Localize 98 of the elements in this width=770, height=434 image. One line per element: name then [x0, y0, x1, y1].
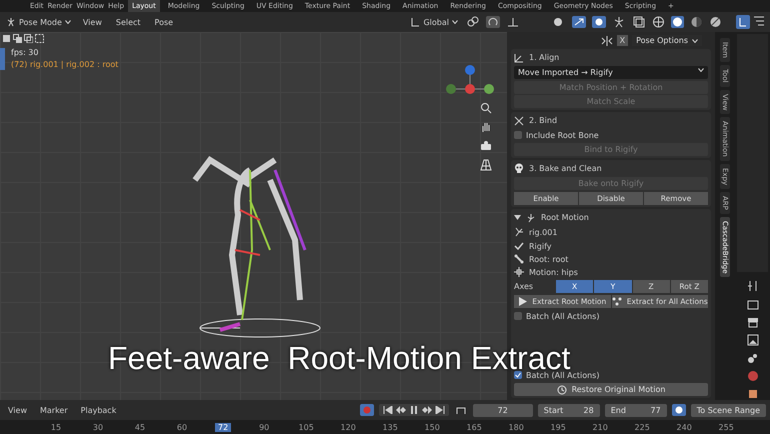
- solid-shading-icon[interactable]: [671, 16, 684, 28]
- jump-end-icon[interactable]: [434, 406, 445, 414]
- orientation-dropdown[interactable]: Global: [408, 17, 460, 27]
- end-frame-field[interactable]: End 77: [604, 404, 667, 416]
- xray-icon[interactable]: [632, 16, 646, 28]
- start-frame-field[interactable]: Start 28: [538, 404, 600, 416]
- header-menu[interactable]: View: [78, 18, 106, 26]
- scene-range-button[interactable]: To Scene Range: [690, 404, 766, 416]
- expand-icon[interactable]: [514, 214, 521, 221]
- current-frame-field[interactable]: 72: [472, 404, 533, 416]
- overlay-toggle-icon[interactable]: [592, 16, 606, 28]
- frame-tick-label: 180: [508, 422, 525, 432]
- object-icon[interactable]: [746, 388, 758, 400]
- armature-icon: [514, 227, 524, 237]
- caret-icon: [452, 20, 458, 24]
- bone-icon[interactable]: [612, 16, 626, 28]
- object-name: rig.001: [529, 228, 558, 236]
- select-new-icon[interactable]: [2, 34, 11, 43]
- select-invert-icon[interactable]: [35, 34, 44, 43]
- section-title: 1. Align: [529, 53, 560, 62]
- frame-tick-label: 195: [550, 422, 567, 432]
- frame-tick-label: 240: [676, 422, 693, 432]
- checkbox-icon[interactable]: [514, 131, 522, 139]
- bone-icon: [514, 254, 524, 264]
- playhead-frame[interactable]: 72: [215, 422, 232, 432]
- camera-icon[interactable]: [480, 140, 492, 152]
- prev-key-icon[interactable]: [396, 406, 406, 414]
- link-icon[interactable]: [466, 16, 480, 28]
- render-icon[interactable]: [746, 298, 758, 310]
- timeline-menu[interactable]: View: [4, 406, 31, 414]
- move-icon: [514, 267, 524, 277]
- mirror-x-toggle[interactable]: X: [616, 35, 628, 46]
- select-extend-icon[interactable]: [13, 34, 22, 43]
- timeline-menu[interactable]: Marker: [36, 406, 72, 414]
- frame-tick-label: 165: [466, 422, 483, 432]
- frame-tick-label: 135: [382, 422, 399, 432]
- history-icon: [556, 384, 567, 394]
- timeline-menu[interactable]: Playback: [76, 406, 120, 414]
- info-text: Motion: hips: [529, 268, 578, 276]
- fps-readout: fps: 30: [11, 48, 40, 57]
- info-text: Rigify: [529, 242, 552, 250]
- select-subtract-icon[interactable]: [24, 34, 33, 43]
- pause-icon[interactable]: [408, 406, 419, 414]
- align-icon: [514, 52, 524, 62]
- checkbox-icon[interactable]: [514, 371, 522, 379]
- wireframe-shading-icon[interactable]: [652, 16, 665, 28]
- frame-tick-label: 255: [718, 422, 735, 432]
- mode-dropdown[interactable]: Pose Mode: [4, 17, 73, 27]
- filter-icon[interactable]: [753, 15, 765, 27]
- frame-tick-label: 90: [258, 422, 270, 432]
- frame-tick-label: 60: [176, 422, 188, 432]
- frame-tick-label: 45: [134, 422, 146, 432]
- frame-tick-label: 30: [92, 422, 104, 432]
- record-icon[interactable]: [360, 404, 374, 416]
- editor-type-icon[interactable]: [736, 15, 750, 29]
- axes-icon: [410, 17, 420, 27]
- play-icon: [518, 297, 528, 306]
- bone-icon: [526, 212, 536, 222]
- grid-icon[interactable]: [480, 159, 492, 171]
- playback-controls[interactable]: [378, 404, 449, 416]
- skull-icon: [514, 163, 524, 174]
- header-menu[interactable]: Select: [112, 18, 145, 26]
- frame-tick-label: 105: [298, 422, 315, 432]
- nodes-icon: [612, 297, 622, 306]
- rendered-shading-icon[interactable]: [709, 16, 722, 28]
- axes-label: Axes: [514, 282, 534, 291]
- proportional-icon[interactable]: [506, 16, 520, 28]
- caret-icon: [64, 20, 71, 24]
- next-key-icon[interactable]: [422, 406, 432, 414]
- frame-tick-label: 150: [424, 422, 441, 432]
- info-text: Root: root: [529, 254, 568, 264]
- checkmark-icon: [514, 241, 524, 251]
- section-title: 3. Bake and Clean: [529, 164, 602, 173]
- world-icon[interactable]: [746, 370, 758, 382]
- output-icon[interactable]: [746, 316, 758, 328]
- frame-tick-label: 15: [50, 422, 62, 432]
- object-info-text: (72) rig.001 | rig.002 : root: [11, 60, 118, 69]
- caret-icon: [698, 68, 704, 72]
- sync-icon[interactable]: [672, 404, 686, 416]
- jump-start-icon[interactable]: [382, 406, 393, 414]
- pose-icon: [6, 17, 16, 27]
- align-mode-dropdown[interactable]: Move Imported → Rigify: [514, 66, 708, 79]
- image-icon[interactable]: [746, 334, 758, 346]
- mirror-icon: [600, 36, 613, 46]
- frame-tick-label: 120: [340, 422, 357, 432]
- restore-button[interactable]: Restore Original Motion: [514, 383, 708, 396]
- header-menu[interactable]: Pose: [150, 18, 178, 26]
- section-title: Root Motion: [541, 213, 589, 222]
- checkbox-icon[interactable]: [514, 312, 522, 320]
- frame-tick-label: 225: [634, 422, 651, 432]
- caret-icon: [692, 38, 698, 42]
- snap-icon[interactable]: [486, 16, 500, 28]
- frame-tick-label: 210: [592, 422, 609, 432]
- scene-icon[interactable]: [746, 352, 758, 364]
- gizmo-toggle-icon[interactable]: [572, 16, 586, 28]
- zoom-icon[interactable]: [480, 102, 492, 114]
- section-title: 2. Bind: [529, 116, 558, 125]
- material-shading-icon[interactable]: [690, 16, 703, 28]
